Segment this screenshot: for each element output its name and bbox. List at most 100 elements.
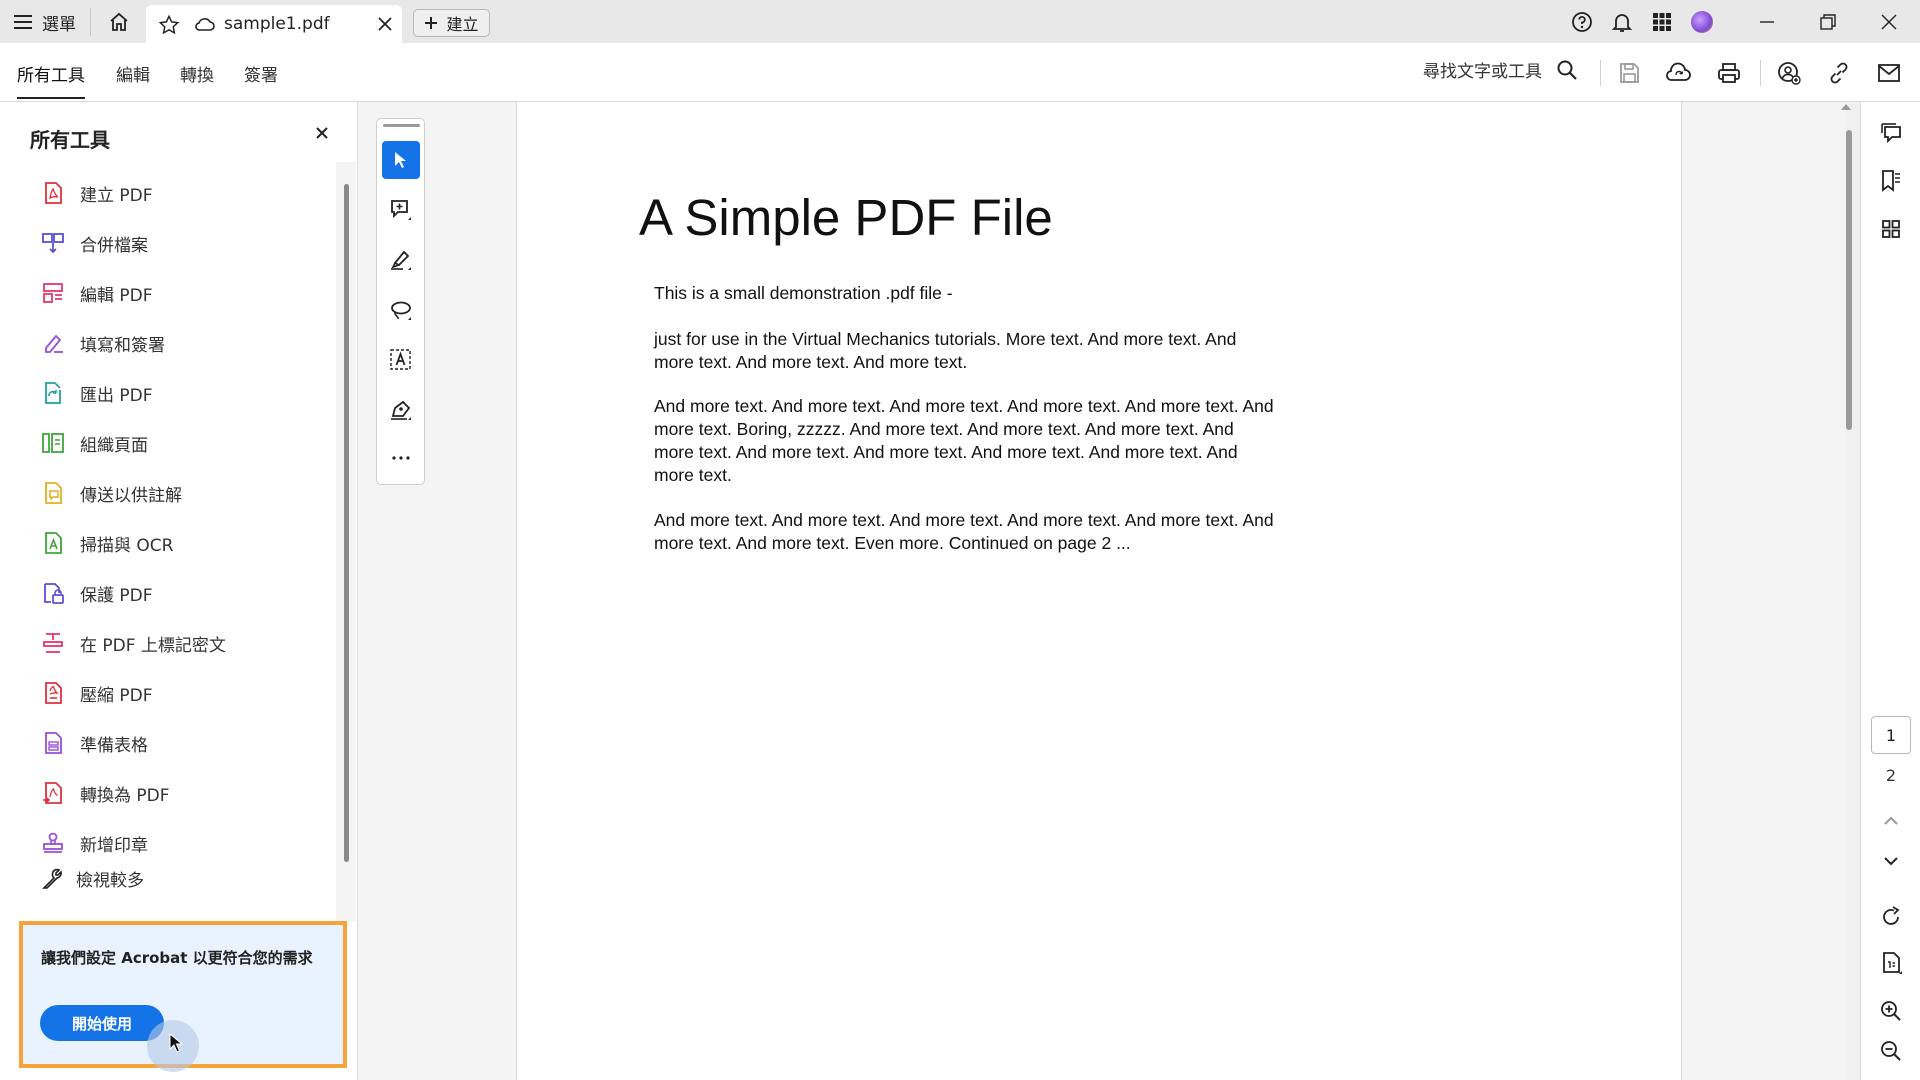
zoom-out-icon[interactable] [1878, 1038, 1904, 1064]
chevron-up-icon[interactable] [1878, 808, 1904, 834]
link-icon[interactable] [1826, 60, 1852, 86]
send-comment-icon [40, 480, 66, 506]
combine-files-icon [40, 230, 66, 256]
scroll-up-arrow[interactable] [1841, 104, 1851, 110]
add-comment-tool-button[interactable] [382, 191, 420, 229]
create-button[interactable]: 建立 [413, 9, 490, 37]
comments-panel-icon[interactable] [1878, 120, 1904, 146]
find-text-or-tools[interactable]: 尋找文字或工具 [1423, 57, 1578, 82]
tab-all-tools[interactable]: 所有工具 [17, 61, 85, 86]
rotate-icon[interactable] [1878, 904, 1904, 930]
tool-item[interactable]: 建立 PDF [40, 168, 330, 218]
tool-item[interactable]: 傳送以供註解 [40, 468, 330, 518]
tool-item-label: 保護 PDF [80, 585, 153, 606]
tool-item[interactable]: 編輯 PDF [40, 268, 330, 318]
zoom-in-icon[interactable] [1878, 998, 1904, 1024]
find-label: 尋找文字或工具 [1423, 62, 1542, 82]
tool-item-label: 轉換為 PDF [80, 785, 170, 806]
close-tab-icon[interactable] [376, 15, 394, 33]
tool-item-label: 掃描與 OCR [80, 535, 174, 556]
pointer-icon [391, 150, 411, 170]
tool-item-label: 填寫和簽署 [80, 335, 165, 356]
star-icon[interactable] [158, 14, 180, 36]
save-icon[interactable] [1616, 60, 1642, 86]
scan-ocr-icon [40, 530, 66, 556]
share-user-icon[interactable] [1776, 60, 1802, 86]
minimize-icon[interactable] [1754, 9, 1780, 35]
edit-pdf-icon [40, 280, 66, 306]
fill-sign-icon [40, 330, 66, 356]
apps-grid-icon[interactable] [1650, 10, 1674, 34]
page-number[interactable]: 2 [1871, 756, 1911, 794]
tool-item[interactable]: 填寫和簽署 [40, 318, 330, 368]
divider [90, 8, 91, 36]
tool-item[interactable]: 轉換為 PDF [40, 768, 330, 818]
redact-icon [40, 630, 66, 656]
chevron-down-icon[interactable] [1878, 848, 1904, 874]
tool-item[interactable]: 新增印章 [40, 818, 330, 868]
panel-scrollbar-thumb[interactable] [344, 184, 349, 862]
bookmarks-icon[interactable] [1878, 168, 1904, 194]
main-toolbar: 所有工具 編輯 轉換 簽署 尋找文字或工具 [0, 43, 1920, 102]
more-tools-button[interactable] [382, 439, 420, 477]
tab-convert[interactable]: 轉換 [180, 61, 214, 86]
menu-button[interactable]: 選單 [14, 9, 76, 35]
active-tab-indicator [17, 97, 85, 99]
promo-text: 讓我們設定 Acrobat 以更符合您的需求 [41, 949, 313, 967]
pdf-page[interactable]: A Simple PDF File This is a small demons… [516, 102, 1682, 1080]
view-more-label: 檢視較多 [76, 871, 144, 891]
tool-item[interactable]: 掃描與 OCR [40, 518, 330, 568]
search-icon [1556, 59, 1578, 81]
sign-tool-button[interactable] [382, 391, 420, 429]
page-number-current[interactable]: 1 [1871, 716, 1911, 754]
tool-item[interactable]: 壓縮 PDF [40, 668, 330, 718]
get-started-button[interactable]: 開始使用 [40, 1005, 164, 1041]
cloud-icon [195, 16, 215, 32]
create-label: 建立 [446, 15, 479, 34]
compress-pdf-icon [40, 680, 66, 706]
restore-icon[interactable] [1815, 9, 1841, 35]
avatar[interactable] [1691, 11, 1713, 33]
select-tool-button[interactable] [382, 141, 420, 179]
highlight-tool-button[interactable] [382, 241, 420, 279]
tool-item[interactable]: 在 PDF 上標記密文 [40, 618, 330, 668]
rail-drag-handle[interactable] [383, 124, 420, 127]
view-more-link[interactable]: 檢視較多 [40, 866, 144, 891]
tab-sign[interactable]: 簽署 [244, 61, 278, 86]
convert-pdf-icon [40, 780, 66, 806]
fit-page-icon[interactable] [1878, 950, 1904, 976]
mouse-cursor-icon [169, 1033, 183, 1053]
document-tab[interactable]: sample1.pdf [146, 5, 402, 43]
tool-item[interactable]: 保護 PDF [40, 568, 330, 618]
tool-item[interactable]: 組織頁面 [40, 418, 330, 468]
text-box-tool-button[interactable] [382, 341, 420, 379]
tab-edit[interactable]: 編輯 [116, 61, 150, 86]
close-panel-icon[interactable] [315, 126, 329, 140]
cloud-sync-icon[interactable] [1666, 60, 1692, 86]
print-icon[interactable] [1716, 60, 1742, 86]
home-icon[interactable] [106, 9, 132, 35]
help-icon[interactable] [1570, 10, 1594, 34]
bell-icon[interactable] [1610, 10, 1634, 34]
tab-title: sample1.pdf [224, 14, 330, 34]
title-bar: 選單 sample1.pdf 建立 [0, 0, 1920, 43]
document-scrollbar-thumb[interactable] [1846, 130, 1852, 430]
tool-item[interactable]: 匯出 PDF [40, 368, 330, 418]
tool-item[interactable]: 準備表格 [40, 718, 330, 768]
draw-tool-button[interactable] [382, 291, 420, 329]
tool-item-label: 組織頁面 [80, 435, 148, 456]
tool-item[interactable]: 合併檔案 [40, 218, 330, 268]
email-icon[interactable] [1876, 60, 1902, 86]
highlighter-icon [389, 248, 413, 272]
pdf-paragraph: And more text. And more text. And more t… [654, 396, 1274, 485]
organize-pages-icon [40, 430, 66, 456]
divider [1760, 60, 1761, 86]
thumbnails-icon[interactable] [1878, 216, 1904, 242]
tool-list: 建立 PDF 合併檔案 編輯 PDF 填寫和簽署匯出 PDF 組織頁面傳送以供註解掃描與… [40, 168, 330, 868]
more-icon [391, 455, 411, 461]
close-window-icon[interactable] [1876, 9, 1902, 35]
setup-promo-card: 讓我們設定 Acrobat 以更符合您的需求 開始使用 [19, 921, 347, 1072]
quick-tools-rail [376, 118, 425, 485]
tool-item-label: 新增印章 [80, 835, 148, 856]
pdf-paragraph: This is a small demonstration .pdf file … [654, 283, 953, 303]
